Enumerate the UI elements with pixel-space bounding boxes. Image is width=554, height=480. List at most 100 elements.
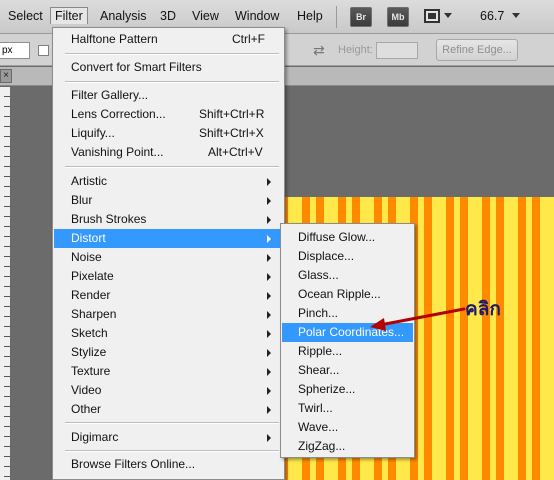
menu-item-label: Displace... (298, 249, 355, 263)
submenu-arrow-icon (267, 406, 271, 414)
menu-item-spherize[interactable]: Spherize... (282, 380, 413, 399)
menu-item-diffuse-glow[interactable]: Diffuse Glow... (282, 228, 413, 247)
bridge-icon[interactable]: Br (350, 7, 372, 27)
menu-item-label: Distort (71, 231, 106, 245)
menu-item-label: Stylize (71, 345, 107, 359)
menu-item-label: Pinch... (298, 306, 339, 320)
menu-3d[interactable]: 3D (160, 9, 176, 23)
submenu-arrow-icon (267, 178, 271, 186)
filter-menu: Halftone Pattern Ctrl+F Convert for Smar… (52, 27, 285, 480)
menu-item-texture[interactable]: Texture (54, 362, 283, 381)
menu-item-lens-correction[interactable]: Lens Correction... Shift+Ctrl+R (54, 105, 283, 124)
menu-item-sketch[interactable]: Sketch (54, 324, 283, 343)
height-input[interactable] (376, 42, 418, 59)
close-icon[interactable]: × (0, 69, 12, 83)
menu-item-artistic[interactable]: Artistic (54, 172, 283, 191)
annotation-arrow-icon (370, 307, 466, 331)
chevron-down-icon[interactable] (512, 13, 520, 18)
menu-item-digimarc[interactable]: Digimarc (54, 428, 283, 447)
menu-item-shortcut: Alt+Ctrl+V (208, 145, 263, 159)
submenu-arrow-icon (267, 434, 271, 442)
distort-submenu: Diffuse Glow... Displace... Glass... Oce… (280, 223, 415, 458)
menu-item-label: Convert for Smart Filters (71, 60, 202, 74)
submenu-arrow-icon (267, 330, 271, 338)
menu-item-pixelate[interactable]: Pixelate (54, 267, 283, 286)
menu-item-stylize[interactable]: Stylize (54, 343, 283, 362)
menu-item-brush-strokes[interactable]: Brush Strokes (54, 210, 283, 229)
menu-item-label: Diffuse Glow... (298, 230, 376, 244)
menu-item-render[interactable]: Render (54, 286, 283, 305)
menu-item-shortcut: Ctrl+F (232, 32, 265, 46)
menu-help[interactable]: Help (297, 9, 323, 23)
submenu-arrow-icon (267, 292, 271, 300)
menu-item-glass[interactable]: Glass... (282, 266, 413, 285)
menu-item-label: Ripple... (298, 344, 343, 358)
menu-item-label: Spherize... (298, 382, 356, 396)
menu-item-liquify[interactable]: Liquify... Shift+Ctrl+X (54, 124, 283, 143)
submenu-arrow-icon (267, 311, 271, 319)
submenu-arrow-icon (267, 197, 271, 205)
menu-item-browse-filters-online[interactable]: Browse Filters Online... (54, 455, 283, 474)
menu-item-label: Pixelate (71, 269, 114, 283)
menu-item-label: Other (71, 402, 102, 416)
menu-item-label: Noise (71, 250, 102, 264)
height-label: Height: (338, 44, 373, 56)
menu-item-halftone-pattern[interactable]: Halftone Pattern Ctrl+F (54, 30, 283, 49)
menu-window[interactable]: Window (235, 9, 279, 23)
anti-alias-checkbox[interactable] (38, 45, 49, 56)
menu-item-label: Browse Filters Online... (71, 457, 196, 471)
menu-item-label: Halftone Pattern (71, 32, 158, 46)
menu-item-vanishing-point[interactable]: Vanishing Point... Alt+Ctrl+V (54, 143, 283, 162)
vertical-ruler (0, 87, 10, 480)
menu-item-label: Liquify... (71, 126, 115, 140)
menu-item-filter-gallery[interactable]: Filter Gallery... (54, 86, 283, 105)
menu-item-label: Filter Gallery... (71, 88, 149, 102)
chevron-down-icon[interactable] (444, 13, 452, 18)
menu-item-twirl[interactable]: Twirl... (282, 399, 413, 418)
menu-analysis[interactable]: Analysis (100, 9, 147, 23)
submenu-arrow-icon (267, 349, 271, 357)
menu-select[interactable]: Select (8, 9, 43, 23)
screen-mode-icon[interactable] (424, 9, 440, 23)
menu-item-label: ZigZag... (298, 439, 346, 453)
menu-item-other[interactable]: Other (54, 400, 283, 419)
submenu-arrow-icon (267, 235, 271, 243)
menu-item-sharpen[interactable]: Sharpen (54, 305, 283, 324)
menu-item-label: Texture (71, 364, 111, 378)
submenu-arrow-icon (267, 254, 271, 262)
menu-separator (65, 422, 279, 424)
menu-item-convert-smart-filters[interactable]: Convert for Smart Filters (54, 58, 283, 77)
menu-separator (65, 81, 279, 83)
zoom-level[interactable]: 66.7 (480, 9, 504, 23)
menu-item-shortcut: Shift+Ctrl+X (199, 126, 264, 140)
menu-item-label: Glass... (298, 268, 339, 282)
submenu-arrow-icon (267, 387, 271, 395)
menu-item-zigzag[interactable]: ZigZag... (282, 437, 413, 456)
menu-item-label: Brush Strokes (71, 212, 147, 226)
menu-item-displace[interactable]: Displace... (282, 247, 413, 266)
menu-item-label: Digimarc (71, 430, 119, 444)
mini-bridge-icon[interactable]: Mb (387, 7, 409, 27)
menu-item-wave[interactable]: Wave... (282, 418, 413, 437)
menu-separator (65, 53, 279, 55)
menu-item-label: Render (71, 288, 111, 302)
refine-edge-button[interactable]: Refine Edge... (436, 39, 518, 61)
menu-item-label: Blur (71, 193, 93, 207)
menu-filter[interactable]: Filter (50, 7, 88, 24)
menu-item-distort[interactable]: Distort (54, 229, 283, 248)
menu-item-blur[interactable]: Blur (54, 191, 283, 210)
menu-item-label: Twirl... (298, 401, 333, 415)
menu-item-label: Vanishing Point... (71, 145, 164, 159)
swap-icon[interactable]: ⇄ (313, 42, 325, 59)
menu-item-label: Artistic (71, 174, 107, 188)
menu-view[interactable]: View (192, 9, 219, 23)
menubar-divider (336, 6, 337, 28)
menu-item-shear[interactable]: Shear... (282, 361, 413, 380)
menu-item-label: Sharpen (71, 307, 117, 321)
feather-units-input[interactable]: px (0, 42, 30, 59)
menu-item-shortcut: Shift+Ctrl+R (199, 107, 265, 121)
menu-item-video[interactable]: Video (54, 381, 283, 400)
menu-item-ripple[interactable]: Ripple... (282, 342, 413, 361)
menu-separator (65, 166, 279, 168)
menu-item-noise[interactable]: Noise (54, 248, 283, 267)
